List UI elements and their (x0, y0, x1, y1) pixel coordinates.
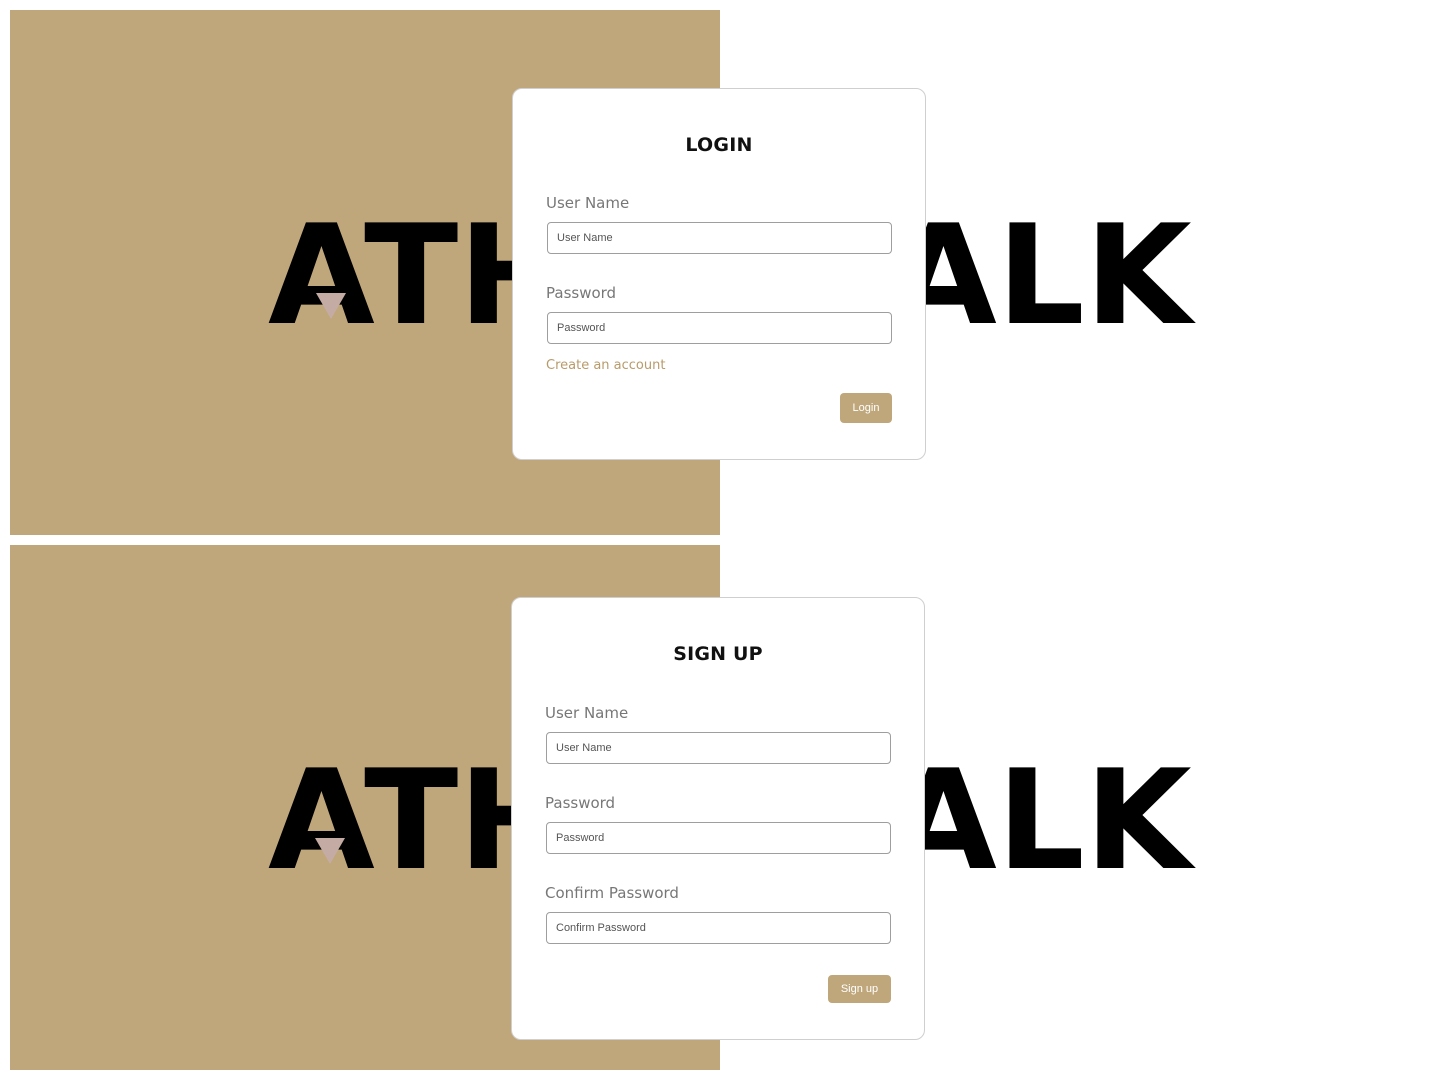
login-button[interactable]: Login (840, 393, 892, 423)
confirm-password-label: Confirm Password (545, 884, 679, 902)
password-label: Password (545, 794, 616, 812)
username-label: User Name (546, 194, 630, 212)
confirm-password-input[interactable] (546, 912, 891, 944)
username-input[interactable] (547, 222, 892, 254)
signup-screen: ATH ALK SIGN UP User Name Password Confi… (10, 545, 1440, 1070)
password-input[interactable] (547, 312, 892, 344)
signup-button[interactable]: Sign up (828, 975, 891, 1003)
logo-text-right: ALK (890, 195, 1197, 356)
create-account-link[interactable]: Create an account (546, 358, 665, 373)
username-label: User Name (545, 704, 629, 722)
login-screen: ATH ALK LOGIN User Name Password Create … (10, 10, 1440, 535)
login-card: LOGIN User Name Password Create an accou… (512, 88, 926, 460)
signup-card: SIGN UP User Name Password Confirm Passw… (511, 597, 925, 1040)
logo-text-right: ALK (890, 740, 1197, 901)
password-input[interactable] (546, 822, 891, 854)
login-title: LOGIN (685, 134, 753, 156)
password-label: Password (546, 284, 617, 302)
username-input[interactable] (546, 732, 891, 764)
signup-title: SIGN UP (673, 643, 763, 665)
